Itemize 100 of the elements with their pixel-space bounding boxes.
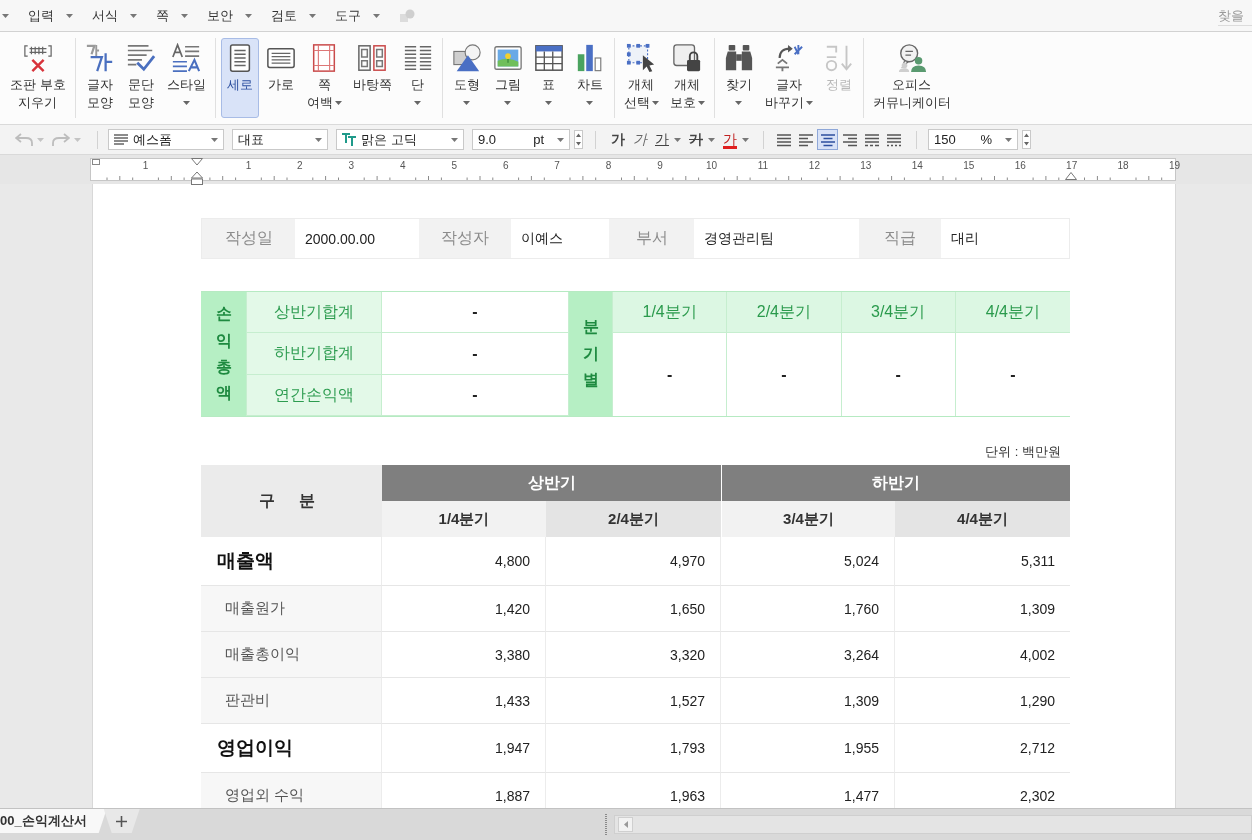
table-cell: 5,311 [895,537,1070,586]
ribbon-button[interactable]: 개체 선택 [619,38,663,118]
table-cell: 1,793 [546,724,721,773]
ruler-number: 14 [911,160,923,172]
ribbon-button[interactable]: 바탕쪽 [348,38,396,118]
spinner-icon[interactable] [574,130,583,149]
caret-icon [130,13,137,18]
caret-icon [74,137,81,142]
zoom-field[interactable]: 150 % [928,129,1018,150]
spinner-icon[interactable] [1022,130,1031,149]
hash-bracket-cross-icon [22,43,53,73]
caret-icon [315,137,322,142]
caret-icon [309,13,316,18]
curved-arrow-icon [773,43,804,73]
chat-person-icon [896,43,927,73]
shapes-icon [451,43,482,73]
unit-label: 단위 : 백만원 [985,443,1061,461]
picture-icon [492,43,523,73]
distribute-icon [863,132,880,147]
ribbon-button[interactable]: 도형 [447,38,486,118]
ribbon-button[interactable]: 조판 부호 지우기 [6,38,70,118]
style-lines-icon [171,43,202,73]
column-group-header: 분기별 [569,292,613,416]
font-size-field[interactable]: 9.0 pt [472,129,570,150]
caret-icon [245,13,252,18]
align-left-icon [797,132,814,147]
redo-icon [52,132,70,147]
margin-marker-icon[interactable] [92,159,100,165]
ribbon-button[interactable]: 가로 [261,38,300,118]
ruler-number: 5 [451,160,458,172]
format-button[interactable]: 가 [608,130,628,149]
horizontal-scrollbar[interactable] [614,815,1252,834]
ruler-number: 8 [605,160,612,172]
font-type-icon [342,133,356,146]
field-label: 부서 [609,219,694,258]
ribbon-button[interactable]: 표 [529,38,568,118]
ribbon-button[interactable]: 오피스 커뮤니케이터 [868,38,955,118]
ribbon-button[interactable]: 그림 [488,38,527,118]
ruler-number: 10 [705,160,718,172]
ribbon-button[interactable]: 개체 보호 [665,38,709,118]
add-sheet-button[interactable] [103,809,140,833]
sheet-tab[interactable]: 00_손익계산서 [0,809,107,833]
style-dropdown[interactable]: 예스폼 [108,129,224,150]
ribbon-button[interactable]: 세로 [220,38,259,118]
indent-marker-icon[interactable] [1065,172,1077,180]
table-cell: 5,024 [721,537,895,586]
align-button[interactable] [817,129,838,150]
table-cell: - [382,333,569,375]
caret-icon [37,137,44,142]
letter-shape-icon [84,43,115,73]
justify-icon [775,132,792,147]
menu-item[interactable]: 입력 [28,3,73,28]
menu-item[interactable]: 검토 [271,3,316,28]
menu-item[interactable]: 보안 [207,3,252,28]
ruler-number: 9 [657,160,663,172]
caret-icon [2,13,9,18]
table-cell: - [382,292,569,333]
splitter-grip-icon[interactable] [604,814,608,836]
ribbon-button[interactable]: 단 [398,38,437,118]
paragraph-style-dropdown[interactable]: 대표 [232,129,328,150]
field-label: 작성자 [419,219,511,258]
ribbon-button[interactable]: 스타일 [162,38,210,118]
table-cell: 1,433 [382,678,546,724]
table-cell: 1,760 [721,586,895,632]
font-dropdown[interactable]: 맑은 고딕 [336,129,464,150]
ruler-number: 1 [142,160,149,172]
field-label: 직급 [859,219,941,258]
format-button[interactable]: 가 [630,130,650,149]
caret-icon [211,137,218,142]
table-cell: 1,650 [546,586,721,632]
row-header: 매출액 [201,537,382,586]
caret-icon [557,137,564,142]
indent-marker-icon[interactable] [191,158,203,185]
format-button[interactable]: 가 [720,130,752,149]
ribbon-button[interactable]: 쪽 여백 [302,38,346,118]
menu-item[interactable]: 서식 [92,3,137,28]
column-header: 1/4분기 [613,292,728,333]
ribbon-button[interactable]: 글자 바꾸기 [760,38,817,118]
left-arrow-icon [623,821,628,828]
format-button[interactable]: 가 [652,130,684,149]
ribbon-button[interactable]: 문단 모양 [121,38,160,118]
ribbon-button[interactable]: 찾기 [719,38,758,118]
scroll-left-button[interactable] [618,817,633,832]
column-header: 4/4분기 [955,292,1070,333]
ruler-number: 6 [502,160,509,172]
ruler-number: 4 [400,160,406,172]
menu-item[interactable]: 쪽 [156,3,188,28]
column-header: 2/4분기 [546,501,721,537]
table-cell: 1,420 [382,586,546,632]
lines-icon [114,133,128,146]
table-cell: 3,380 [382,632,546,678]
format-button[interactable]: 가 [686,130,718,149]
ruler-number: 18 [1117,160,1129,172]
column-header: 1/4분기 [382,501,546,537]
menu-item[interactable]: 도구 [335,3,380,28]
ribbon-button[interactable]: 글자 모양 [80,38,119,118]
ruler-number: 17 [1066,160,1078,172]
binoculars-icon [723,43,754,73]
ribbon-button[interactable]: 차트 [570,38,609,118]
column-header: 4/4분기 [895,501,1070,537]
